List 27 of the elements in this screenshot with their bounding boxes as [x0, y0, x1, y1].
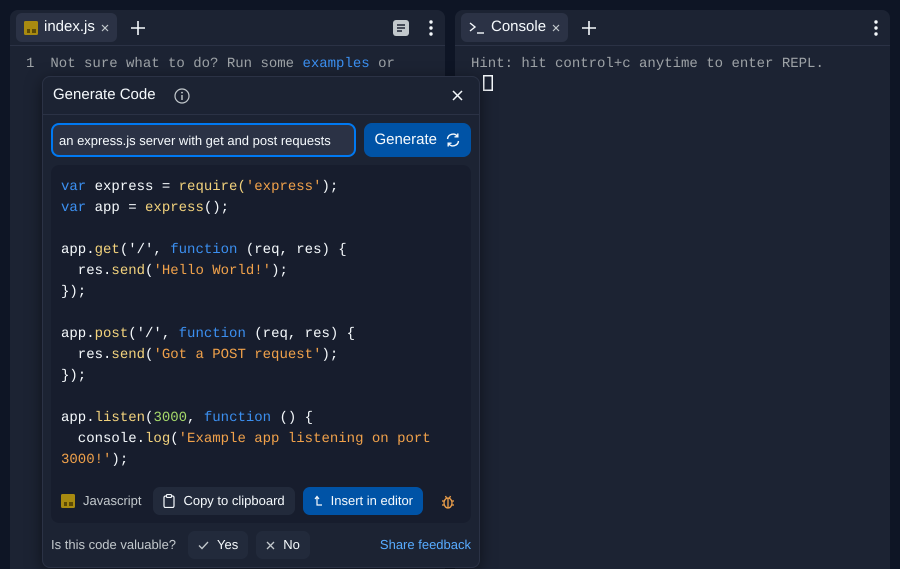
code-line: app.post('/', function (req, res) {	[61, 325, 356, 344]
prompt-field[interactable]: an express.js server with get and post requests	[51, 123, 356, 157]
generate-button[interactable]: Generate	[364, 123, 471, 157]
share-feedback-link[interactable]: Share feedback	[380, 535, 471, 555]
console-output: Hint: hit control+c anytime to enter REPL.	[471, 55, 825, 74]
code-line: var express = require('express');	[61, 178, 340, 197]
code-line: });	[61, 367, 88, 386]
line-number: 1	[26, 55, 34, 74]
code-line: });	[61, 283, 88, 302]
code-line: var app = express();	[61, 199, 230, 218]
no-button[interactable]: No	[256, 531, 310, 559]
code-line: app.listen(3000, function () {	[61, 409, 314, 428]
code-line: res.send('Hello World!');	[76, 262, 289, 281]
tab[interactable]: Console	[461, 13, 568, 42]
dialog-title: Generate Code	[53, 85, 156, 106]
yes-button[interactable]: Yes	[188, 531, 248, 559]
tab[interactable]: index.js	[16, 13, 117, 42]
code-line: app.get('/', function (req, res) {	[61, 241, 348, 260]
insert-button[interactable]: Insert in editor	[302, 487, 423, 515]
examples-link[interactable]: examples	[302, 56, 370, 72]
copy-button[interactable]: Copy to clipboard	[153, 487, 295, 515]
code-line: console.log('Example app listening on port	[76, 430, 432, 449]
code-line: res.send('Got a POST request');	[76, 346, 340, 365]
language-label: Javascript	[83, 492, 142, 510]
feedback-question: Is this code valuable?	[51, 536, 176, 554]
editor-hint-text: Not sure what to do? Run some examples or	[50, 55, 395, 74]
code-line: 3000!');	[61, 451, 130, 470]
